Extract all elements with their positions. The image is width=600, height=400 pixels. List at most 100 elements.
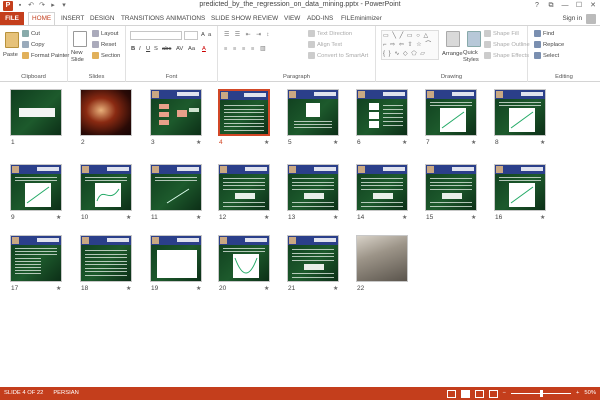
tab-slide-show[interactable]: SLIDE SHOW bbox=[208, 12, 254, 25]
underline-button[interactable]: U bbox=[146, 45, 150, 53]
find-button[interactable]: Find bbox=[534, 30, 554, 38]
tab-insert[interactable]: INSERT bbox=[58, 12, 87, 25]
close-button[interactable]: ✕ bbox=[586, 0, 600, 11]
section-button[interactable]: Section bbox=[92, 52, 120, 60]
zoom-slider[interactable] bbox=[511, 390, 571, 397]
transition-star-icon[interactable]: ★ bbox=[333, 214, 338, 221]
layout-button[interactable]: Layout bbox=[92, 30, 118, 38]
slide-thumbnail[interactable] bbox=[80, 89, 132, 136]
transition-star-icon[interactable]: ★ bbox=[126, 285, 131, 292]
change-case-button[interactable]: Aa bbox=[188, 45, 195, 53]
new-slide-icon[interactable] bbox=[73, 31, 87, 47]
tab-review[interactable]: REVIEW bbox=[250, 12, 281, 25]
minimize-button[interactable]: — bbox=[558, 0, 572, 11]
transition-star-icon[interactable]: ★ bbox=[402, 139, 407, 146]
italic-button[interactable]: I bbox=[139, 45, 141, 53]
tab-transitions[interactable]: TRANSITIONS bbox=[118, 12, 167, 25]
slide-thumbnail[interactable] bbox=[150, 164, 202, 211]
shadow-button[interactable]: S bbox=[154, 45, 158, 53]
font-name-box[interactable] bbox=[130, 31, 182, 40]
slide-thumbnail[interactable] bbox=[494, 89, 546, 136]
tab-animations[interactable]: ANIMATIONS bbox=[163, 12, 208, 25]
slide-thumbnail[interactable] bbox=[10, 89, 62, 136]
shrink-font-icon[interactable]: a bbox=[208, 31, 211, 39]
paste-icon[interactable] bbox=[5, 32, 19, 48]
list-buttons[interactable]: ☰ ☰ ⇤ ⇥ ↕ bbox=[224, 31, 271, 39]
cut-button[interactable]: Cut bbox=[22, 30, 40, 38]
slide-thumbnail[interactable] bbox=[218, 89, 270, 136]
avatar[interactable] bbox=[586, 13, 596, 24]
reset-button[interactable]: Reset bbox=[92, 41, 116, 49]
shape-fill-button[interactable]: Shape Fill bbox=[484, 30, 519, 38]
align-text-button[interactable]: Align Text bbox=[308, 41, 342, 49]
arrange-button[interactable]: Arrange bbox=[442, 50, 463, 58]
transition-star-icon[interactable]: ★ bbox=[264, 214, 269, 221]
shapes-gallery[interactable]: ▭ ╲ ╱ ▭ ○ △ ⌐ ⇨ ⇦ ⇧ ☆ ⌒{ } ∿ ◇ ⬠ ▱ bbox=[381, 30, 439, 60]
arrange-icon[interactable] bbox=[446, 31, 460, 47]
tab-home[interactable]: HOME bbox=[28, 12, 56, 25]
transition-star-icon[interactable]: ★ bbox=[264, 139, 269, 146]
slide-sorter-view-button[interactable] bbox=[460, 389, 470, 398]
transition-star-icon[interactable]: ★ bbox=[264, 285, 269, 292]
slide-thumbnail[interactable] bbox=[356, 89, 408, 136]
tab-add-ins[interactable]: ADD-INS bbox=[304, 12, 336, 25]
transition-star-icon[interactable]: ★ bbox=[471, 214, 476, 221]
signin-link[interactable]: Sign in bbox=[562, 12, 582, 25]
quick-styles-icon[interactable] bbox=[467, 31, 481, 47]
transition-star-icon[interactable]: ★ bbox=[56, 214, 61, 221]
transition-star-icon[interactable]: ★ bbox=[402, 214, 407, 221]
transition-star-icon[interactable]: ★ bbox=[126, 214, 131, 221]
slide-thumbnail[interactable] bbox=[150, 235, 202, 282]
help-button[interactable]: ? bbox=[530, 0, 544, 11]
slide-thumbnail[interactable] bbox=[10, 235, 62, 282]
slide-thumbnail[interactable] bbox=[80, 164, 132, 211]
slide-thumbnail[interactable] bbox=[150, 89, 202, 136]
slide-thumbnail[interactable] bbox=[287, 164, 339, 211]
transition-star-icon[interactable]: ★ bbox=[540, 139, 545, 146]
strikethrough-button[interactable]: abc bbox=[162, 45, 171, 53]
quick-styles-button[interactable]: Quick Styles bbox=[463, 50, 483, 64]
alignment-buttons[interactable]: ≡ ≡ ≡ ≡ ▥ bbox=[224, 45, 267, 53]
transition-star-icon[interactable]: ★ bbox=[540, 214, 545, 221]
language-indicator[interactable]: PERSIAN bbox=[53, 387, 78, 400]
transition-star-icon[interactable]: ★ bbox=[471, 139, 476, 146]
slide-thumbnail[interactable] bbox=[494, 164, 546, 211]
transition-star-icon[interactable]: ★ bbox=[196, 285, 201, 292]
paste-button[interactable]: Paste bbox=[3, 51, 18, 59]
slide-thumbnail[interactable] bbox=[425, 89, 477, 136]
ribbon-display-button[interactable]: ⧉ bbox=[544, 0, 558, 11]
reading-view-button[interactable] bbox=[474, 389, 484, 398]
grow-font-icon[interactable]: A bbox=[201, 31, 205, 39]
slide-thumbnail[interactable] bbox=[287, 235, 339, 282]
maximize-button[interactable]: ☐ bbox=[572, 0, 586, 11]
slide-thumbnail[interactable] bbox=[356, 235, 408, 282]
tab-view[interactable]: VIEW bbox=[281, 12, 303, 25]
tab-fileminimizer[interactable]: FILEminimizer bbox=[338, 12, 385, 25]
slide-thumbnail[interactable] bbox=[218, 164, 270, 211]
transition-star-icon[interactable]: ★ bbox=[56, 285, 61, 292]
bold-button[interactable]: B bbox=[131, 45, 135, 53]
slide-thumbnail[interactable] bbox=[425, 164, 477, 211]
shape-effects-button[interactable]: Shape Effects bbox=[484, 52, 529, 60]
transition-star-icon[interactable]: ★ bbox=[333, 285, 338, 292]
convert-smartart-button[interactable]: Convert to SmartArt bbox=[308, 52, 368, 60]
font-size-box[interactable] bbox=[184, 31, 198, 40]
slideshow-view-button[interactable] bbox=[488, 389, 498, 398]
tab-file[interactable]: FILE bbox=[0, 12, 24, 25]
zoom-out-button[interactable]: − bbox=[503, 387, 506, 400]
transition-star-icon[interactable]: ★ bbox=[333, 139, 338, 146]
select-button[interactable]: Select bbox=[534, 52, 559, 60]
slide-thumbnail[interactable] bbox=[356, 164, 408, 211]
normal-view-button[interactable] bbox=[446, 389, 456, 398]
transition-star-icon[interactable]: ★ bbox=[196, 214, 201, 221]
new-slide-button[interactable]: New Slide bbox=[71, 50, 91, 64]
text-direction-button[interactable]: Text Direction bbox=[308, 30, 352, 38]
zoom-slider-handle[interactable] bbox=[539, 390, 543, 397]
format-painter-button[interactable]: Format Painter bbox=[22, 52, 69, 60]
zoom-level[interactable]: 50% bbox=[584, 387, 596, 400]
slide-thumbnail[interactable] bbox=[80, 235, 132, 282]
slide-thumbnail[interactable] bbox=[10, 164, 62, 211]
zoom-in-button[interactable]: + bbox=[576, 387, 579, 400]
slide-thumbnail[interactable] bbox=[287, 89, 339, 136]
transition-star-icon[interactable]: ★ bbox=[196, 139, 201, 146]
